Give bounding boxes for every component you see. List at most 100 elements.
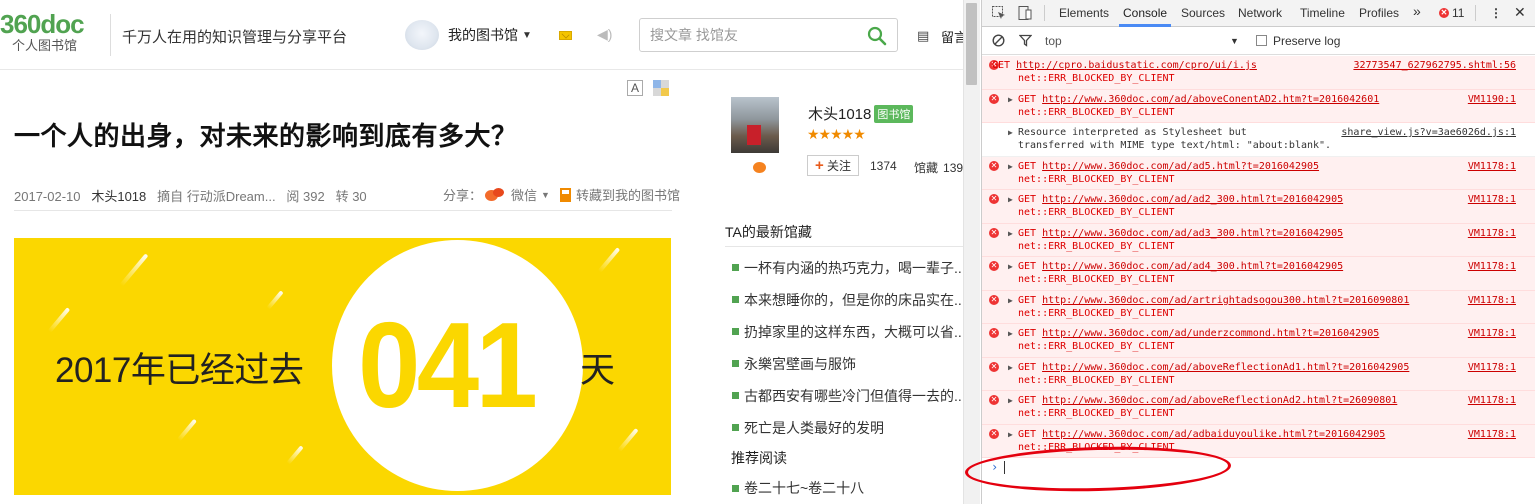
expand-triangle-icon[interactable]: ▶ bbox=[1008, 294, 1013, 307]
source-link[interactable]: VM1178:1 bbox=[1468, 227, 1516, 240]
section-divider bbox=[725, 246, 963, 247]
expand-triangle-icon[interactable]: ▶ bbox=[1008, 193, 1013, 206]
source-link[interactable]: VM1178:1 bbox=[1468, 327, 1516, 340]
inspect-element-icon[interactable] bbox=[991, 5, 1007, 21]
request-url-link[interactable]: http://www.360doc.com/ad/ad4_300.html?t=… bbox=[1042, 261, 1343, 272]
request-url-link[interactable]: http://www.360doc.com/ad/ad5.html?t=2016… bbox=[1042, 161, 1319, 172]
theme-grid-icon[interactable] bbox=[653, 80, 669, 96]
weixin-share[interactable]: 微信 bbox=[511, 185, 537, 204]
list-item[interactable]: 一杯有内涵的热巧克力，喝一辈子... bbox=[731, 255, 963, 287]
speaker-icon[interactable]: ◀) bbox=[597, 26, 612, 43]
tab-timeline[interactable]: Timeline bbox=[1300, 6, 1345, 20]
source-link[interactable]: VM1178:1 bbox=[1468, 193, 1516, 206]
source-link[interactable]: VM1178:1 bbox=[1468, 428, 1516, 441]
source-link[interactable]: VM1190:1 bbox=[1468, 93, 1516, 106]
filter-icon[interactable] bbox=[1019, 34, 1032, 47]
close-icon[interactable]: ✕ bbox=[1514, 4, 1526, 21]
list-item[interactable]: 古都西安有哪些冷门但值得一去的... bbox=[731, 383, 963, 415]
font-size-button[interactable]: A bbox=[627, 80, 643, 96]
expand-triangle-icon[interactable]: ▶ bbox=[1008, 126, 1013, 139]
console-message[interactable]: ✕ ▶ GET http://www.360doc.com/ad/aboveCone… bbox=[982, 89, 1535, 123]
source-link[interactable]: VM1178:1 bbox=[1468, 160, 1516, 173]
expand-triangle-icon[interactable]: ▶ bbox=[1008, 361, 1013, 374]
expand-triangle-icon[interactable]: ▶ bbox=[1008, 93, 1013, 106]
header-divider bbox=[110, 14, 111, 56]
tab-elements[interactable]: Elements bbox=[1059, 6, 1109, 20]
console-message[interactable]: ✕ ▶ GET http://www.360doc.com/ad/ad4_300.h… bbox=[982, 257, 1535, 291]
site-logo[interactable]: 360doc 个人图书馆 bbox=[0, 10, 105, 54]
context-selector[interactable]: top bbox=[1045, 34, 1062, 48]
banner-streak bbox=[617, 427, 639, 453]
user-avatar[interactable] bbox=[405, 20, 439, 50]
my-library-menu[interactable]: 我的图书馆 ▼ bbox=[405, 20, 532, 50]
error-count-badge[interactable]: ✕ 11 bbox=[1439, 6, 1464, 20]
device-mode-icon[interactable] bbox=[1017, 5, 1033, 21]
expand-triangle-icon[interactable]: ▶ bbox=[1008, 227, 1013, 240]
more-tabs-button[interactable]: » bbox=[1413, 3, 1421, 19]
list-item[interactable]: 卷二十七~卷二十八 bbox=[731, 478, 864, 498]
collections-stat: 馆藏 139 bbox=[914, 159, 963, 176]
follow-button[interactable]: + 关注 bbox=[807, 155, 859, 176]
chat-icon[interactable] bbox=[753, 162, 766, 173]
article-author[interactable]: 木头1018 bbox=[91, 189, 146, 204]
message-link[interactable]: 留言 bbox=[941, 27, 963, 46]
author-avatar[interactable] bbox=[731, 97, 779, 153]
kebab-menu-icon[interactable]: ⋮ bbox=[1490, 6, 1502, 20]
tab-console[interactable]: Console bbox=[1118, 6, 1172, 27]
request-url-link[interactable]: http://www.360doc.com/ad/artrightadsogou… bbox=[1042, 295, 1409, 306]
console-message[interactable]: ✕ ▶ GET http://www.360doc.com/ad/ad2_300.h… bbox=[982, 190, 1535, 224]
source-link[interactable]: VM1178:1 bbox=[1468, 260, 1516, 273]
message-line1: GET http://www.360doc.com/ad/ad5.html?t=… bbox=[1018, 160, 1319, 173]
request-url-link[interactable]: http://www.360doc.com/ad/aboveReflection… bbox=[1042, 395, 1397, 406]
request-url-link[interactable]: http://www.360doc.com/ad/underzcommond.h… bbox=[1042, 328, 1379, 339]
source-link[interactable]: VM1178:1 bbox=[1468, 294, 1516, 307]
toolbar-divider bbox=[1475, 5, 1476, 21]
expand-triangle-icon[interactable]: ▶ bbox=[1008, 160, 1013, 173]
tab-network[interactable]: Network bbox=[1238, 6, 1282, 20]
console-message[interactable]: ✕ ▶ GET http://www.360doc.com/ad/aboveRefl… bbox=[982, 391, 1535, 425]
console-message[interactable]: ▶ Resource interpreted as Stylesheet but t… bbox=[982, 123, 1535, 157]
message-icon[interactable]: ▤ bbox=[917, 28, 929, 44]
message-line1: GET http://www.360doc.com/ad/aboveReflec… bbox=[1018, 394, 1397, 407]
list-item[interactable]: 永樂宮壁画与服饰 bbox=[731, 351, 963, 383]
console-message[interactable]: ✕ ▶ GET http://www.360doc.com/ad/ad3_300.h… bbox=[982, 223, 1535, 257]
author-name[interactable]: 木头1018 bbox=[808, 103, 871, 124]
weibo-icon[interactable] bbox=[485, 187, 505, 202]
list-item[interactable]: 本来想睡你的，但是你的床品实在... bbox=[731, 287, 963, 319]
mail-icon[interactable] bbox=[559, 31, 572, 40]
request-url-link[interactable]: http://www.360doc.com/ad/adbaiduyoulike.… bbox=[1042, 429, 1385, 440]
request-url-link[interactable]: http://www.360doc.com/ad/ad3_300.html?t=… bbox=[1042, 228, 1343, 239]
expand-triangle-icon[interactable]: ▶ bbox=[1008, 428, 1013, 441]
console-message[interactable]: ✕ ▶ GET http://www.360doc.com/ad/aboveRefl… bbox=[982, 357, 1535, 391]
banner-day-number: 041 bbox=[358, 297, 538, 433]
expand-triangle-icon[interactable]: ▶ bbox=[1008, 394, 1013, 407]
chevron-down-icon[interactable]: ▼ bbox=[1230, 36, 1239, 46]
console-message[interactable]: ✕ ▶ GET http://www.360doc.com/ad/ad5.html?… bbox=[982, 156, 1535, 190]
request-url-link[interactable]: http://www.360doc.com/ad/aboveReflection… bbox=[1042, 362, 1409, 373]
console-message[interactable]: ✕ GET http://cpro.baidustatic.com/cpro/ui… bbox=[982, 56, 1535, 90]
tab-sources[interactable]: Sources bbox=[1181, 6, 1225, 20]
search-input[interactable] bbox=[640, 27, 855, 43]
console-message[interactable]: ✕ ▶ GET http://www.360doc.com/ad/artrighta… bbox=[982, 290, 1535, 324]
tab-profiles[interactable]: Profiles bbox=[1359, 6, 1399, 20]
rating-stars: ★★★★★ bbox=[807, 126, 866, 142]
logo-subtitle: 个人图书馆 bbox=[12, 38, 78, 53]
clear-console-icon[interactable] bbox=[992, 34, 1005, 47]
expand-triangle-icon[interactable]: ▶ bbox=[1008, 327, 1013, 340]
collect-button[interactable]: 转藏到我的图书馆 bbox=[576, 185, 680, 204]
list-item[interactable]: 扔掉家里的这样东西，大概可以省... bbox=[731, 319, 963, 351]
source-link[interactable]: share_view.js?v=3ae6026d.js:1 bbox=[1341, 126, 1516, 139]
preserve-log-checkbox[interactable] bbox=[1256, 35, 1267, 46]
request-url-link[interactable]: http://www.360doc.com/ad/aboveConentAD2.… bbox=[1042, 94, 1379, 105]
page-scrollbar-thumb[interactable] bbox=[966, 3, 977, 85]
request-url-link[interactable]: http://www.360doc.com/ad/ad2_300.html?t=… bbox=[1042, 194, 1343, 205]
source-link[interactable]: VM1178:1 bbox=[1468, 361, 1516, 374]
expand-triangle-icon[interactable]: ▶ bbox=[1008, 260, 1013, 273]
message-text: GET bbox=[1018, 160, 1043, 172]
console-message[interactable]: ✕ ▶ GET http://www.360doc.com/ad/underzcom… bbox=[982, 324, 1535, 358]
search-icon[interactable] bbox=[867, 26, 887, 46]
source-link[interactable]: 32773547_627962795.shtml:56 bbox=[1353, 59, 1516, 72]
request-url-link[interactable]: http://cpro.baidustatic.com/cpro/ui/i.js bbox=[1016, 60, 1257, 71]
list-item[interactable]: 死亡是人类最好的发明 bbox=[731, 415, 963, 447]
source-link[interactable]: VM1178:1 bbox=[1468, 394, 1516, 407]
